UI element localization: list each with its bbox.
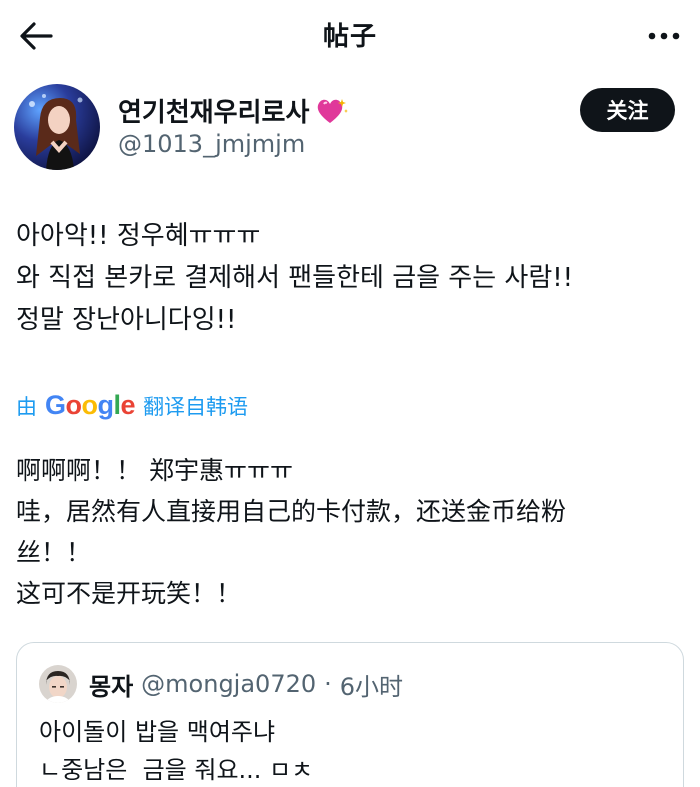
quoted-author-name[interactable]: 몽자: [89, 667, 133, 702]
translated-line: 啊啊啊！！ 郑宇惠ㅠㅠㅠ: [16, 456, 293, 485]
translated-text: 啊啊啊！！ 郑宇惠ㅠㅠㅠ 哇，居然有人直接用自己的卡付款，还送金币给粉 丝！！ …: [16, 450, 686, 614]
quoted-line: ㄴ중남은 금을 줘요... ㅁㅊ: [39, 756, 314, 784]
quoted-author-avatar[interactable]: [39, 665, 77, 703]
top-bar: 帖子: [0, 0, 700, 70]
translated-line: 这可不是开玩笑！！: [16, 579, 242, 608]
author-name[interactable]: 연기천재우리로사: [118, 92, 349, 129]
page-title: 帖子: [322, 22, 377, 52]
google-logo: Google: [45, 390, 136, 420]
quoted-post-time: 6小时: [339, 672, 404, 701]
translation-suffix: 翻译自韩语: [143, 394, 249, 419]
translation-attribution[interactable]: 由 Google 翻译自韩语: [16, 390, 248, 421]
translation-prefix: 由: [16, 394, 37, 419]
sparkling-heart-icon: [318, 98, 349, 123]
translated-line: 哇，居然有人直接用自己的卡付款，还送金币给粉: [16, 497, 567, 526]
quoted-post-card[interactable]: 몽자 @mongja0720 · 6小时 아이돌이 밥을 맥여주냐 ㄴ중남은 금…: [16, 642, 684, 787]
post-line: 아아악!! 정우혜ㅠㅠㅠ: [16, 221, 261, 251]
post-text: 아아악!! 정우혜ㅠㅠㅠ 와 직접 본카로 결제해서 팬들한테 금을 주는 사람…: [16, 215, 686, 341]
meta-separator: ·: [324, 670, 332, 698]
author-avatar[interactable]: [14, 84, 100, 170]
more-options-button[interactable]: [642, 14, 686, 58]
quoted-post-header: 몽자 @mongja0720 · 6小时: [39, 665, 403, 703]
follow-button[interactable]: 关注: [580, 88, 675, 132]
author-handle[interactable]: @1013_jmjmjm: [118, 130, 305, 158]
quoted-post-text: 아이돌이 밥을 맥여주냐 ㄴ중남은 금을 줘요... ㅁㅊ: [39, 713, 313, 787]
translated-line: 丝！！: [16, 538, 92, 567]
post-line: 와 직접 본카로 결제해서 팬들한테 금을 주는 사람!!: [16, 263, 574, 293]
author-name-text: 연기천재우리로사: [118, 98, 310, 128]
quoted-author-handle[interactable]: @mongja0720: [141, 670, 316, 698]
more-dots-icon: [648, 32, 680, 40]
quoted-line: 아이돌이 밥을 맥여주냐: [39, 718, 276, 746]
post-line: 정말 장난아니다잉!!: [16, 305, 237, 335]
